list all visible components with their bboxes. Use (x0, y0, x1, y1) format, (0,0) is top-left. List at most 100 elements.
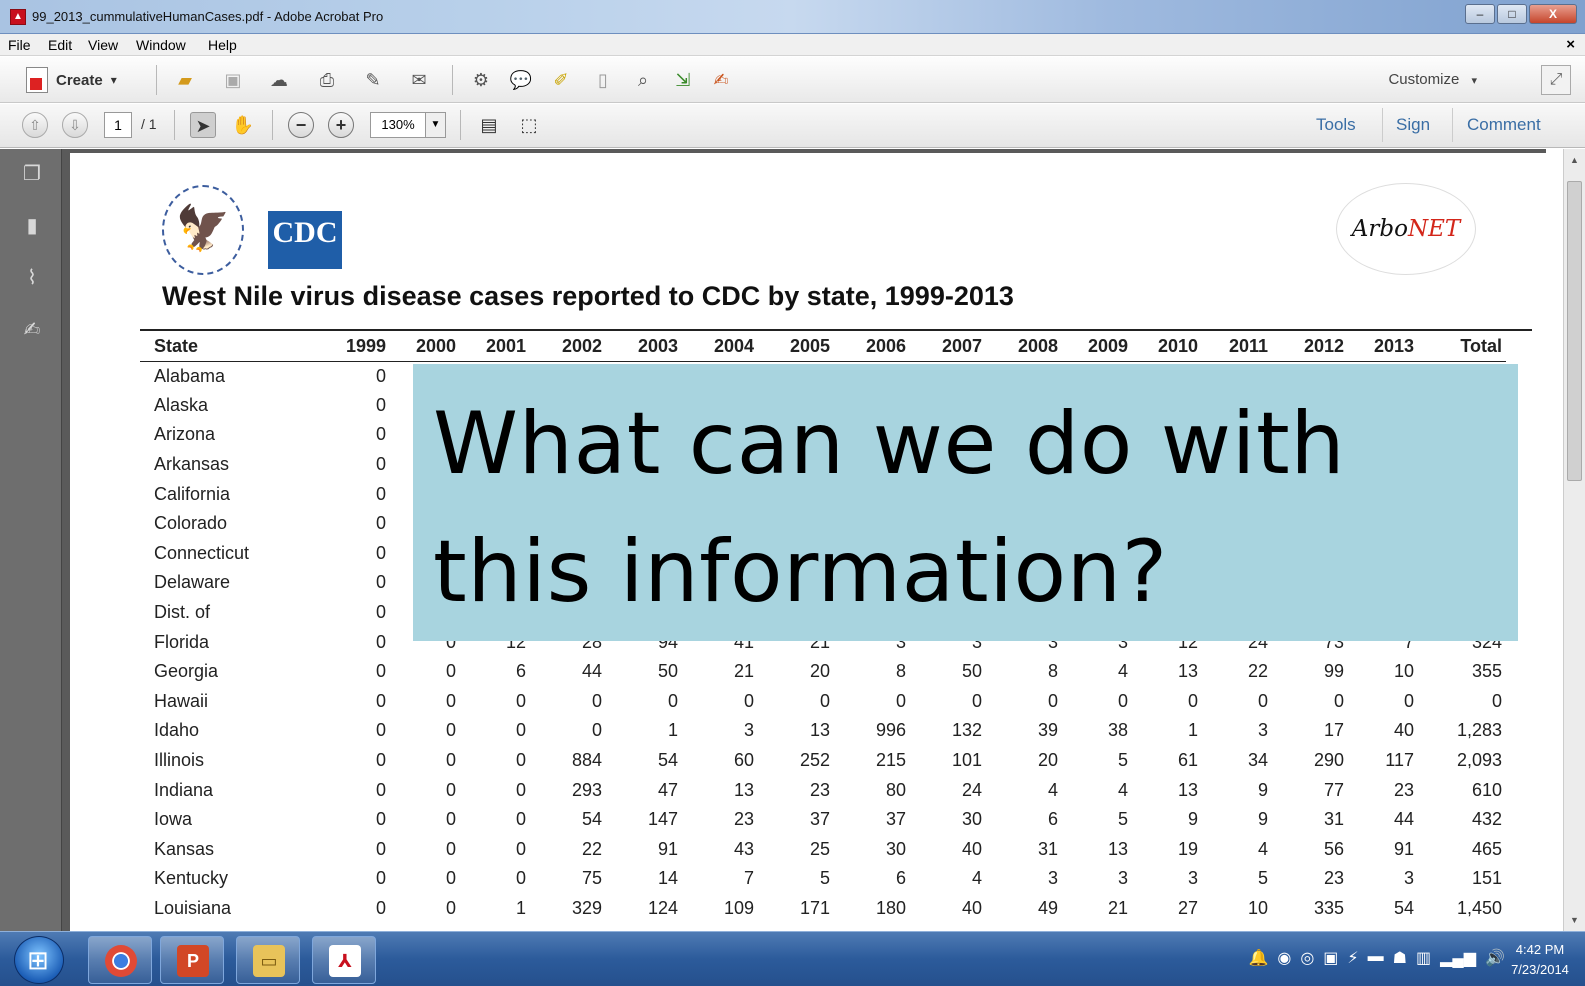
attachment-icon[interactable]: ⌇ (20, 265, 44, 291)
document-title: West Nile virus disease cases reported t… (162, 281, 1014, 311)
case-count-cell: 0 (445, 661, 456, 682)
maximize-button[interactable]: □ (1497, 4, 1527, 24)
create-button[interactable]: Create ▾ (26, 67, 117, 93)
comment-icon[interactable]: 💬 (508, 67, 534, 93)
menu-window[interactable]: Window (136, 37, 186, 53)
acrobat-taskbar-button[interactable]: ⅄ (312, 936, 376, 984)
up-arrow-icon[interactable]: ⇧ (22, 112, 48, 138)
edit-icon[interactable]: ✎ (360, 67, 386, 93)
create-doc-icon (26, 67, 48, 93)
case-count-cell: 14 (657, 868, 678, 889)
arbonet-logo: ArboNET (1336, 183, 1476, 275)
zoom-out-icon[interactable]: − (288, 112, 314, 138)
minimize-button[interactable]: – (1465, 4, 1495, 24)
security-icon[interactable]: ▣ (1323, 948, 1338, 968)
scroll-up-icon[interactable]: ▲ (1570, 155, 1579, 165)
column-header-state: State (140, 333, 318, 362)
case-count-cell: 0 (375, 631, 386, 652)
case-count-cell: 54 (1393, 897, 1414, 918)
tools-link[interactable]: Tools (1316, 115, 1356, 135)
notification-icon[interactable]: 🔔 (1248, 948, 1268, 968)
table-row: Idaho 0 0 0 0 1 3 13 996 132 39 38 1 3 17 40 1,283 (140, 716, 1506, 746)
menu-view[interactable]: View (88, 37, 118, 53)
scrollbar-thumb[interactable] (1567, 181, 1582, 481)
state-cell: Iowa (154, 809, 193, 830)
explorer-taskbar-button[interactable]: ▭ (236, 936, 300, 984)
sign-link[interactable]: Sign (1396, 115, 1430, 135)
case-count-cell: 17 (1323, 720, 1344, 741)
select-arrow-icon[interactable]: ➤ (190, 112, 216, 138)
email-icon[interactable]: ✉ (406, 67, 432, 93)
close-button[interactable]: X (1529, 4, 1577, 24)
fit-page-icon[interactable]: ▤ (476, 112, 502, 138)
case-count-cell: 0 (1117, 690, 1128, 711)
signature-icon[interactable]: ✍ (20, 317, 44, 343)
zoom-in-icon[interactable]: + (328, 112, 354, 138)
page-number-input[interactable]: 1 (104, 112, 132, 138)
window-title: 99_2013_cummulativeHumanCases.pdf - Adob… (32, 9, 384, 24)
search-page-icon[interactable]: ⌕ (630, 67, 656, 93)
document-close-button[interactable]: × (1566, 36, 1575, 53)
hand-icon[interactable]: ✋ (230, 112, 256, 138)
case-count-cell: 49 (1037, 897, 1058, 918)
case-count-cell: 5 (1257, 868, 1268, 889)
fit-width-icon[interactable]: ⬚ (516, 112, 542, 138)
expand-icon[interactable]: ⤢ (1541, 65, 1571, 95)
pdf-icon: ▲ (10, 9, 26, 25)
case-count-cell: 47 (657, 779, 678, 800)
column-header: 2000 (390, 333, 460, 362)
device-icon[interactable]: ▥ (1416, 948, 1431, 968)
vertical-scrollbar[interactable]: ▲ ▼ (1563, 149, 1585, 931)
main-toolbar: Create ▾ ▰ ▣ ☁ ⎙ ✎ ✉ ⚙ 💬 ✐ ▯ ⌕ ⇲ ✍ Custo… (0, 57, 1585, 103)
pages-icon[interactable]: ❐ (20, 161, 44, 187)
highlight-icon[interactable]: ✐ (548, 67, 574, 93)
chrome-taskbar-button[interactable] (88, 936, 152, 984)
system-tray: 🔔 ◉ ◎ ▣ ⚡ ▬ ☗ ▥ ▂▄▆ 🔊 (1248, 948, 1505, 968)
down-arrow-icon[interactable]: ⇩ (62, 112, 88, 138)
upload-icon[interactable]: ☁ (266, 67, 292, 93)
print-icon[interactable]: ⎙ (314, 67, 340, 93)
scroll-down-icon[interactable]: ▼ (1570, 915, 1579, 925)
case-count-cell: 290 (1313, 750, 1344, 771)
export-icon[interactable]: ⇲ (670, 67, 696, 93)
acrobat-window: ▲ 99_2013_cummulativeHumanCases.pdf - Ad… (0, 0, 1585, 986)
case-count-cell: 0 (375, 750, 386, 771)
page-icon[interactable]: ▯ (590, 67, 616, 93)
chrome-tray-icon[interactable]: ◉ (1277, 948, 1291, 968)
comment-link[interactable]: Comment (1467, 115, 1541, 135)
gear-icon[interactable]: ⚙ (468, 67, 494, 93)
menu-file[interactable]: File (8, 37, 31, 53)
powerpoint-taskbar-button[interactable]: P (160, 936, 224, 984)
overlay-line-1: What can we do with (433, 394, 1346, 494)
open-folder-icon[interactable]: ▰ (172, 67, 198, 93)
update-icon[interactable]: ◎ (1300, 948, 1314, 968)
display-icon[interactable]: ▬ (1368, 948, 1384, 968)
system-clock[interactable]: 4:42 PM 7/23/2014 (1505, 940, 1575, 980)
hhs-logo-icon: 🦅 (162, 185, 244, 275)
case-count-cell: 132 (951, 720, 982, 741)
bookmark-icon[interactable]: ▮ (20, 213, 44, 239)
signal-icon[interactable]: ▂▄▆ (1440, 948, 1476, 968)
save-icon[interactable]: ▣ (220, 67, 246, 93)
zoom-dropdown[interactable]: ▼ (426, 112, 446, 138)
case-count-cell: 10 (1247, 897, 1268, 918)
zoom-level-input[interactable]: 130% (370, 112, 426, 138)
menu-edit[interactable]: Edit (48, 37, 72, 53)
case-count-cell: 109 (723, 897, 754, 918)
case-count-cell: 4 (1117, 661, 1128, 682)
case-count-cell: 9 (1187, 809, 1198, 830)
power-icon[interactable]: ⚡ (1347, 948, 1358, 968)
case-count-cell: 171 (799, 897, 830, 918)
menu-help[interactable]: Help (208, 37, 237, 53)
case-count-cell: 0 (819, 690, 830, 711)
sign-icon[interactable]: ✍ (708, 67, 734, 93)
volume-icon[interactable]: 🔊 (1485, 948, 1505, 968)
case-count-cell: 25 (809, 838, 830, 859)
table-row: Hawaii 0 0 0 0 0 0 0 0 0 0 0 0 0 0 0 0 (140, 687, 1506, 717)
network-icon[interactable]: ☗ (1393, 948, 1407, 968)
page-count: / 1 (141, 116, 157, 132)
customize-button[interactable]: Customize ▾ (1388, 71, 1477, 88)
start-button[interactable] (14, 936, 64, 984)
case-count-cell: 252 (799, 750, 830, 771)
toolbar-divider (156, 65, 157, 95)
